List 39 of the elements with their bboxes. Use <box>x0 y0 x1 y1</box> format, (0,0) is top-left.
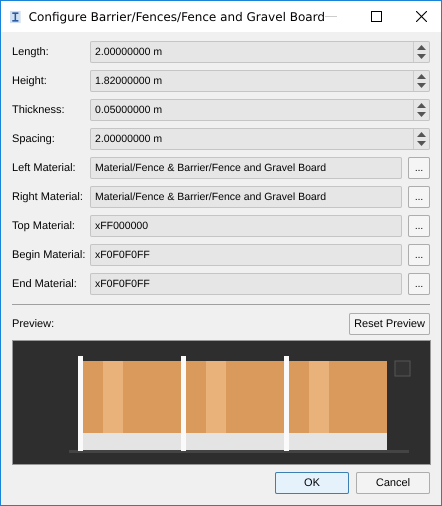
material-field[interactable]: xF0F0F0FF <box>90 273 402 295</box>
app-icon <box>10 8 21 24</box>
spin-up-icon[interactable] <box>417 45 426 50</box>
spin-field[interactable]: 0.05000000 m <box>90 99 430 121</box>
spin-field[interactable]: 2.00000000 m <box>90 41 430 63</box>
material-field[interactable]: Material/Fence & Barrier/Fence and Gravel Board <box>90 186 402 208</box>
spin-field[interactable]: 1.82000000 m <box>90 70 430 92</box>
spin-up-icon[interactable] <box>417 74 426 79</box>
maximize-icon[interactable] <box>371 11 382 22</box>
close-icon[interactable] <box>416 11 427 22</box>
spin-down-icon[interactable] <box>417 54 426 59</box>
spin-up-icon[interactable] <box>417 103 426 108</box>
browse-button[interactable]: ... <box>408 273 430 295</box>
browse-button[interactable]: ... <box>408 186 430 208</box>
material-field[interactable]: Material/Fence & Barrier/Fence and Gravel Board <box>90 157 402 179</box>
reset-preview-button[interactable]: Reset Preview <box>349 313 430 335</box>
spin-down-icon[interactable] <box>417 83 426 88</box>
spin-down-icon[interactable] <box>417 141 426 146</box>
field-label: Top Material: <box>12 220 76 232</box>
browse-button[interactable]: ... <box>408 244 430 266</box>
preview-label: Preview: <box>12 318 56 330</box>
browse-button[interactable]: ... <box>408 215 430 237</box>
field-label: Height: <box>12 75 48 87</box>
field-label: Begin Material: <box>12 249 86 261</box>
material-field[interactable]: xFF000000 <box>90 215 402 237</box>
field-label: Spacing: <box>12 133 56 145</box>
spin-down-icon[interactable] <box>417 112 426 117</box>
field-label: Thickness: <box>12 104 66 116</box>
field-label: Length: <box>12 46 50 58</box>
window-title: Configure Barrier/Fences/Fence and Gravel Board <box>28 10 325 24</box>
browse-button[interactable]: ... <box>408 157 430 179</box>
material-field[interactable]: xF0F0F0FF <box>90 244 402 266</box>
spin-up-icon[interactable] <box>417 132 426 137</box>
cancel-button[interactable]: Cancel <box>356 472 430 494</box>
field-label: End Material: <box>12 278 78 290</box>
spin-field[interactable]: 2.00000000 m <box>90 128 430 150</box>
field-label: Left Material: <box>12 162 77 174</box>
ok-button[interactable]: OK <box>275 472 349 494</box>
field-label: Right Material: <box>12 191 84 203</box>
